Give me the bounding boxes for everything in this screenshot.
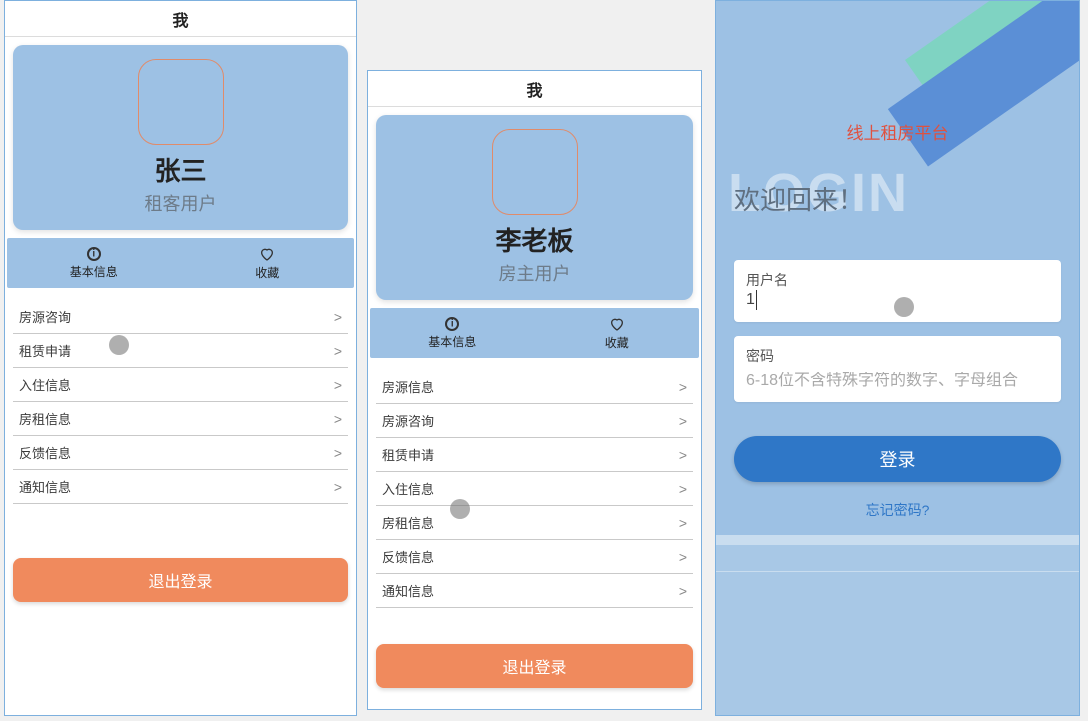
menu-list: 房源信息 > 房源咨询 > 租赁申请 > 入住信息 > 房租信息 > 反馈信息 > 通知信息 >	[376, 370, 693, 608]
list-item-label: 租赁申请	[19, 341, 71, 360]
list-item[interactable]: 房源咨询 >	[376, 404, 693, 438]
list-item[interactable]: 房源信息 >	[376, 370, 693, 404]
profile-tabs: 基本信息 收藏	[370, 308, 699, 358]
login-footer-decoration	[716, 535, 1079, 715]
avatar[interactable]	[138, 59, 224, 145]
list-item-label: 入住信息	[382, 479, 434, 498]
chevron-right-icon: >	[334, 411, 342, 427]
chevron-right-icon: >	[679, 447, 687, 463]
screen-tenant-profile: 我 张三 租客用户 基本信息 收藏 房源咨询>租赁申请>入住信息>房租信息>反馈…	[4, 0, 357, 716]
list-item[interactable]: 入住信息 >	[376, 472, 693, 506]
user-role: 租客用户	[145, 190, 217, 216]
profile-card: 张三 租客用户	[13, 45, 348, 230]
info-icon	[445, 317, 459, 331]
user-name: 张三	[154, 151, 206, 188]
list-item[interactable]: 租赁申请 >	[376, 438, 693, 472]
list-item[interactable]: 房源咨询 >	[13, 300, 348, 334]
list-item-label: 通知信息	[19, 477, 71, 496]
screen-landlord-profile: 我 李老板 房主用户 基本信息 收藏 房源信息>房源咨询>租赁申请>入住信息>房…	[367, 70, 702, 710]
list-item[interactable]: 反馈信息 >	[13, 436, 348, 470]
chevron-right-icon: >	[679, 515, 687, 531]
list-item-label: 房源咨询	[19, 307, 71, 326]
password-field[interactable]: 密码	[734, 336, 1061, 402]
heart-icon	[259, 246, 275, 262]
list-item[interactable]: 房租信息 >	[376, 506, 693, 540]
profile-card: 李老板 房主用户	[376, 115, 693, 300]
welcome-text: 欢迎回来！	[734, 168, 1061, 217]
chevron-right-icon: >	[679, 379, 687, 395]
tab-basic-info[interactable]: 基本信息	[7, 238, 181, 288]
list-item-label: 房租信息	[382, 513, 434, 532]
list-item[interactable]: 入住信息 >	[13, 368, 348, 402]
chevron-right-icon: >	[679, 413, 687, 429]
heart-icon	[609, 316, 625, 332]
list-item-label: 通知信息	[382, 581, 434, 600]
user-name: 李老板	[495, 221, 573, 258]
profile-tabs: 基本信息 收藏	[7, 238, 354, 288]
avatar[interactable]	[492, 129, 578, 215]
chevron-right-icon: >	[679, 583, 687, 599]
field-label: 密码	[746, 346, 1049, 366]
page-title: 我	[368, 71, 701, 107]
list-item[interactable]: 反馈信息 >	[376, 540, 693, 574]
text-caret-icon	[756, 290, 757, 310]
brand-title: 线上租房平台	[734, 119, 1061, 144]
password-input[interactable]	[746, 372, 1049, 390]
tab-label: 收藏	[255, 264, 279, 281]
tab-basic-info[interactable]: 基本信息	[370, 308, 535, 358]
list-item-label: 租赁申请	[382, 445, 434, 464]
list-item-label: 入住信息	[19, 375, 71, 394]
field-label: 用户名	[746, 270, 1049, 290]
list-item[interactable]: 通知信息 >	[13, 470, 348, 504]
tab-label: 基本信息	[428, 333, 476, 350]
tab-label: 收藏	[605, 334, 629, 351]
chevron-right-icon: >	[334, 309, 342, 325]
tab-label: 基本信息	[70, 263, 118, 280]
list-item[interactable]: 房租信息 >	[13, 402, 348, 436]
chevron-right-icon: >	[334, 479, 342, 495]
username-field[interactable]: 用户名 1	[734, 260, 1061, 322]
list-item[interactable]: 租赁申请 >	[13, 334, 348, 368]
screen-login: 线上租房平台 LOGIN 欢迎回来！ 用户名 1 密码 登录 忘记密码?	[715, 0, 1080, 716]
chevron-right-icon: >	[334, 343, 342, 359]
forgot-password-link[interactable]: 忘记密码?	[734, 500, 1061, 520]
chevron-right-icon: >	[679, 549, 687, 565]
login-button[interactable]: 登录	[734, 436, 1061, 482]
logout-button[interactable]: 退出登录	[376, 644, 693, 688]
chevron-right-icon: >	[334, 377, 342, 393]
list-item[interactable]: 通知信息 >	[376, 574, 693, 608]
tab-favorites[interactable]: 收藏	[535, 308, 700, 358]
username-value: 1	[746, 291, 755, 309]
user-role: 房主用户	[499, 260, 571, 286]
list-item-label: 反馈信息	[19, 443, 71, 462]
menu-list: 房源咨询 > 租赁申请 > 入住信息 > 房租信息 > 反馈信息 > 通知信息 >	[13, 300, 348, 504]
tab-favorites[interactable]: 收藏	[181, 238, 355, 288]
chevron-right-icon: >	[679, 481, 687, 497]
logout-button[interactable]: 退出登录	[13, 558, 348, 602]
list-item-label: 房源信息	[382, 377, 434, 396]
info-icon	[87, 247, 101, 261]
list-item-label: 反馈信息	[382, 547, 434, 566]
list-item-label: 房源咨询	[382, 411, 434, 430]
chevron-right-icon: >	[334, 445, 342, 461]
page-title: 我	[5, 1, 356, 37]
list-item-label: 房租信息	[19, 409, 71, 428]
